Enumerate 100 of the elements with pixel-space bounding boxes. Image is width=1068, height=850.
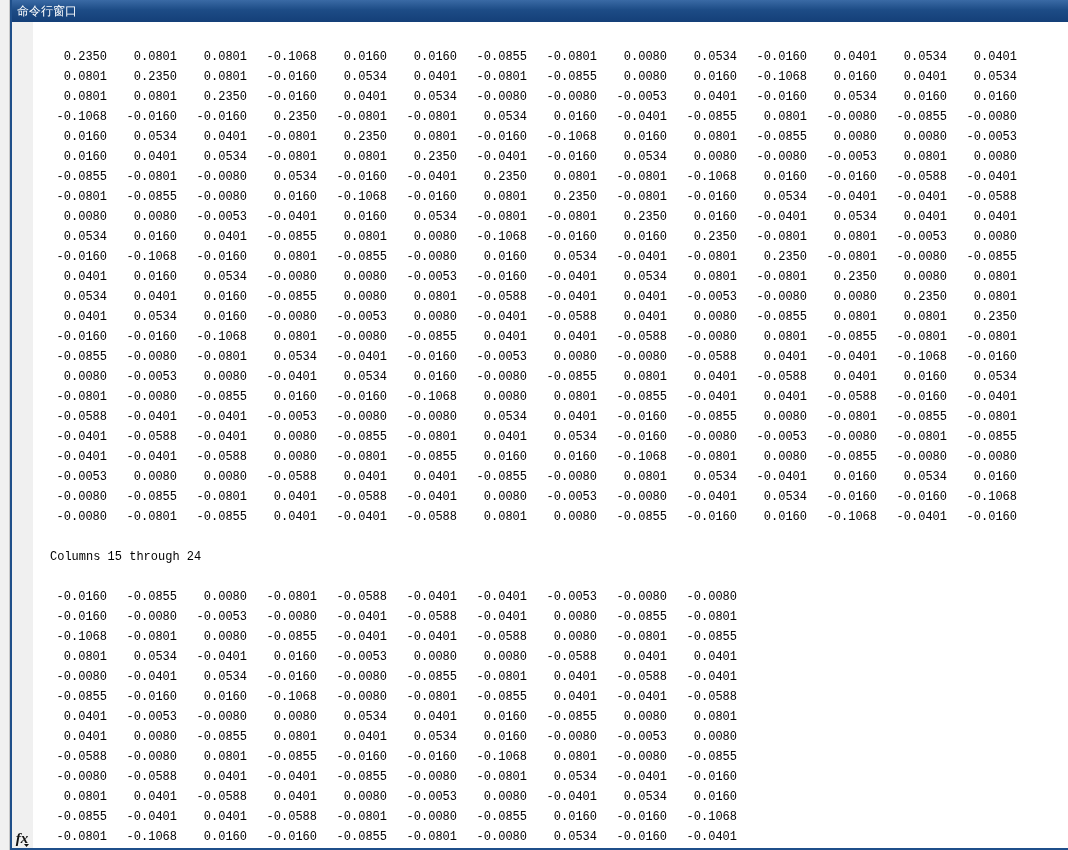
matrix-value: -0.0053 (265, 409, 317, 426)
matrix-value: -0.0855 (825, 449, 877, 466)
matrix-value: 0.2350 (762, 249, 807, 266)
matrix-value: -0.0588 (475, 289, 527, 306)
matrix-value: 0.0080 (972, 229, 1017, 246)
matrix-value: -0.0588 (615, 329, 667, 346)
matrix-value: 0.0534 (692, 49, 737, 66)
matrix-value: 0.0160 (62, 129, 107, 146)
matrix-value: 0.0401 (342, 729, 387, 746)
matrix-value: -0.1068 (475, 229, 527, 246)
matrix-value: 0.0160 (482, 449, 527, 466)
matrix-value: -0.0855 (685, 409, 737, 426)
matrix-value: -0.0053 (335, 649, 387, 666)
matrix-value: -0.0080 (405, 809, 457, 826)
matrix-value: -0.0080 (475, 89, 527, 106)
matrix-value: -0.0588 (265, 469, 317, 486)
matrix-value: 0.0534 (972, 69, 1017, 86)
matrix-value: 0.0534 (972, 369, 1017, 386)
matrix-value: 0.0160 (342, 49, 387, 66)
matrix-value: -0.0588 (685, 689, 737, 706)
window-title: 命令行窗口 (17, 2, 77, 20)
matrix-value: 0.0401 (902, 69, 947, 86)
matrix-value: -0.0588 (755, 369, 807, 386)
matrix-value: 0.0801 (412, 289, 457, 306)
matrix-value: -0.0401 (965, 169, 1017, 186)
matrix-value: 0.0160 (552, 809, 597, 826)
matrix-value: -0.0080 (825, 109, 877, 126)
matrix-value: -0.0801 (405, 109, 457, 126)
matrix-value: 0.0080 (412, 229, 457, 246)
matrix-value: 0.0534 (132, 649, 177, 666)
matrix-value: 0.0801 (622, 369, 667, 386)
matrix-value: 0.0080 (482, 489, 527, 506)
matrix-value: 0.2350 (412, 149, 457, 166)
matrix-value: 0.0080 (692, 149, 737, 166)
matrix-value: -0.0160 (825, 169, 877, 186)
matrix-value: 0.0080 (62, 209, 107, 226)
matrix-value: -0.1068 (125, 249, 177, 266)
matrix-value: -0.0053 (545, 489, 597, 506)
matrix-value: 0.0160 (202, 289, 247, 306)
matrix-value: -0.0080 (265, 609, 317, 626)
matrix-value: -0.0160 (125, 689, 177, 706)
matrix-value: -0.0401 (125, 669, 177, 686)
matrix-value: -0.1068 (685, 809, 737, 826)
matrix-value: -0.0080 (195, 189, 247, 206)
matrix-value: -0.1068 (825, 509, 877, 526)
matrix-value: -0.0401 (755, 209, 807, 226)
matrix-value: -0.0855 (125, 589, 177, 606)
matrix-value: -0.0588 (965, 189, 1017, 206)
matrix-value: -0.0160 (405, 189, 457, 206)
matrix-value: -0.0160 (55, 329, 107, 346)
matrix-value: -0.0401 (545, 289, 597, 306)
matrix-value: 0.0160 (692, 209, 737, 226)
matrix-value: -0.0855 (405, 669, 457, 686)
matrix-value: 0.0401 (762, 349, 807, 366)
matrix-value: 0.0534 (692, 469, 737, 486)
matrix-value: -0.0588 (895, 169, 947, 186)
matrix-value: 0.0401 (202, 129, 247, 146)
matrix-value: -0.0080 (405, 409, 457, 426)
matrix-value: -0.0801 (125, 169, 177, 186)
function-button[interactable]: fx (15, 831, 30, 846)
matrix-value: 0.0160 (272, 649, 317, 666)
matrix-value: -0.0855 (895, 409, 947, 426)
matrix-value: -0.0080 (475, 369, 527, 386)
matrix-value: 0.0534 (132, 129, 177, 146)
matrix-value: -0.0801 (335, 809, 387, 826)
matrix-value: 0.0401 (62, 269, 107, 286)
matrix-value: -0.0588 (685, 349, 737, 366)
matrix-value: -0.0160 (265, 669, 317, 686)
matrix-value: 0.2350 (902, 289, 947, 306)
matrix-value: -0.1068 (335, 189, 387, 206)
matrix-value: 0.2350 (202, 89, 247, 106)
matrix-value: -0.0855 (195, 509, 247, 526)
matrix-value: 0.0801 (62, 89, 107, 106)
matrix-value: -0.0855 (265, 229, 317, 246)
matrix-value: 0.0401 (832, 369, 877, 386)
matrix-value: -0.0401 (685, 389, 737, 406)
matrix-value: 0.0534 (552, 769, 597, 786)
matrix-value: -0.0801 (615, 629, 667, 646)
matrix-value: 0.0080 (902, 129, 947, 146)
matrix-value: -0.0855 (195, 389, 247, 406)
matrix-value: -0.0080 (55, 769, 107, 786)
matrix-value: 0.0401 (412, 709, 457, 726)
matrix-value: 0.0080 (762, 409, 807, 426)
matrix-value: -0.0801 (685, 449, 737, 466)
output-text: Columns 15 through 24 (50, 550, 202, 564)
matrix-value: 0.0534 (342, 369, 387, 386)
matrix-value: -0.0855 (475, 689, 527, 706)
matrix-value: 0.0160 (482, 729, 527, 746)
matrix-value: 0.0534 (482, 109, 527, 126)
matrix-value: -0.0160 (615, 429, 667, 446)
matrix-value: -0.0588 (125, 429, 177, 446)
matrix-value: -0.0401 (335, 509, 387, 526)
matrix-value: -0.0080 (125, 349, 177, 366)
matrix-value: -0.0855 (405, 329, 457, 346)
matrix-value: -0.0801 (475, 769, 527, 786)
matrix-value: 0.0534 (902, 49, 947, 66)
matrix-value: -0.1068 (405, 389, 457, 406)
matrix-value: 0.0401 (692, 369, 737, 386)
matrix-value: -0.0855 (335, 769, 387, 786)
matrix-value: 0.0160 (622, 129, 667, 146)
